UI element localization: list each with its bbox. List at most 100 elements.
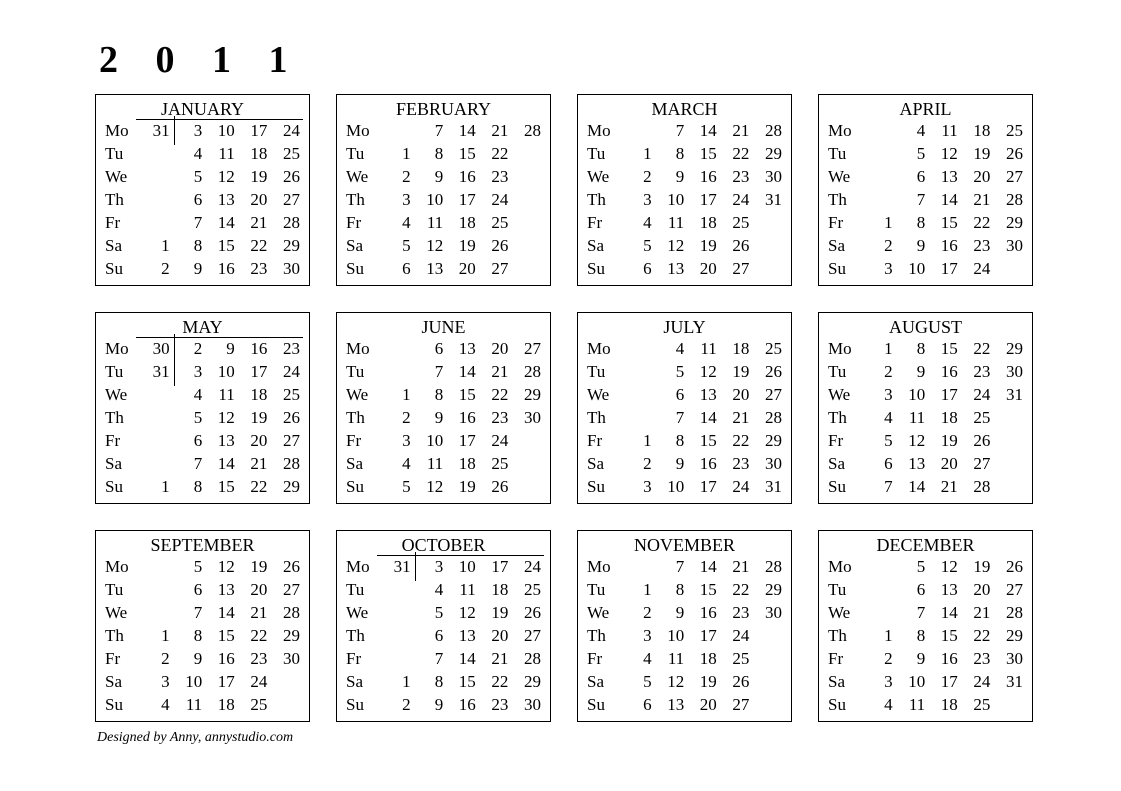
date-cell: 11	[655, 212, 688, 235]
table-row: We5121926	[102, 166, 303, 189]
day-header: Su	[584, 476, 622, 499]
day-header: Fr	[343, 648, 381, 671]
overflow-cell: 4	[863, 407, 896, 430]
table-row: Su5121926	[343, 476, 544, 499]
date-cell: 21	[961, 189, 994, 212]
date-cell: 9	[655, 166, 688, 189]
date-cell	[752, 694, 785, 717]
month-name: JUNE	[343, 315, 544, 338]
month-table: Mo7142128Tu18152229We29162330Th3101724Fr…	[584, 556, 785, 717]
day-header: Mo	[584, 556, 622, 579]
date-cell: 22	[961, 338, 994, 361]
day-header: Tu	[825, 579, 863, 602]
month-body: Mo5121926Tu6132027We7142128Th18152229Fr2…	[102, 556, 303, 717]
day-header: Mo	[343, 556, 381, 579]
date-cell	[511, 258, 544, 281]
table-row: Fr4111825	[584, 212, 785, 235]
date-cell: 21	[928, 476, 961, 499]
date-cell: 8	[655, 430, 688, 453]
date-cell: 20	[238, 189, 271, 212]
date-cell: 19	[928, 430, 961, 453]
date-cell: 31	[993, 671, 1026, 694]
date-cell: 30	[993, 235, 1026, 258]
overflow-cell: 1	[140, 476, 173, 499]
table-row: Tu4111825	[343, 579, 544, 602]
date-cell: 15	[446, 671, 479, 694]
date-cell: 11	[928, 120, 961, 143]
day-header: Tu	[584, 579, 622, 602]
day-header: Mo	[825, 338, 863, 361]
date-cell: 24	[479, 430, 512, 453]
date-cell: 11	[414, 212, 447, 235]
month-box: SEPTEMBERMo5121926Tu6132027We7142128Th18…	[95, 530, 310, 722]
date-cell: 9	[896, 235, 929, 258]
date-cell: 24	[479, 189, 512, 212]
day-header: Su	[584, 694, 622, 717]
date-cell: 31	[752, 476, 785, 499]
table-row: Mo7142128	[584, 120, 785, 143]
date-cell: 24	[270, 120, 303, 143]
date-cell: 23	[720, 166, 753, 189]
overflow-cell: 4	[140, 694, 173, 717]
date-cell: 20	[928, 453, 961, 476]
date-cell: 14	[687, 407, 720, 430]
overflow-cell	[140, 579, 173, 602]
date-cell: 21	[479, 361, 512, 384]
date-cell: 24	[720, 476, 753, 499]
overflow-cell: 31	[140, 361, 173, 384]
overflow-cell	[140, 602, 173, 625]
overflow-cell: 2	[140, 258, 173, 281]
date-cell: 18	[238, 384, 271, 407]
overflow-cell: 3	[622, 476, 655, 499]
table-row: Fr6132027	[102, 430, 303, 453]
date-cell: 11	[205, 384, 238, 407]
date-cell	[270, 694, 303, 717]
day-header: Fr	[825, 648, 863, 671]
date-cell	[993, 258, 1026, 281]
table-row: We6132027	[825, 166, 1026, 189]
overflow-cell: 3	[863, 671, 896, 694]
month-table: Mo7142128Tu181522We291623Th3101724Fr4111…	[343, 120, 544, 281]
overflow-cell: 4	[863, 694, 896, 717]
month-box: DECEMBERMo5121926Tu6132027We7142128Th181…	[818, 530, 1033, 722]
date-cell: 5	[414, 602, 447, 625]
date-cell: 11	[446, 579, 479, 602]
date-cell: 7	[173, 453, 206, 476]
table-row: Tu4111825	[102, 143, 303, 166]
day-header: Tu	[102, 143, 140, 166]
overflow-cell: 31	[381, 556, 414, 579]
month-box: FEBRUARYMo7142128Tu181522We291623Th31017…	[336, 94, 551, 286]
date-cell: 28	[993, 602, 1026, 625]
date-cell: 21	[720, 407, 753, 430]
table-row: Mo7142128	[584, 556, 785, 579]
date-cell: 10	[205, 361, 238, 384]
table-row: We7142128	[825, 602, 1026, 625]
date-cell: 12	[414, 476, 447, 499]
date-cell: 17	[687, 625, 720, 648]
date-cell: 11	[414, 453, 447, 476]
date-cell: 18	[961, 120, 994, 143]
overflow-cell	[622, 384, 655, 407]
date-cell: 5	[896, 143, 929, 166]
table-row: Th4111825	[825, 407, 1026, 430]
date-cell: 14	[205, 602, 238, 625]
overflow-cell	[622, 407, 655, 430]
overflow-cell: 2	[863, 235, 896, 258]
date-cell: 18	[479, 579, 512, 602]
overflow-cell: 1	[140, 235, 173, 258]
date-cell: 13	[655, 258, 688, 281]
overflow-cell: 2	[863, 361, 896, 384]
overflow-cell: 5	[381, 476, 414, 499]
table-row: Th3101724	[343, 189, 544, 212]
table-row: Sa310172431	[825, 671, 1026, 694]
date-cell: 18	[446, 453, 479, 476]
date-cell: 10	[896, 258, 929, 281]
table-row: Fr5121926	[825, 430, 1026, 453]
day-header: Fr	[584, 648, 622, 671]
day-header: Sa	[584, 671, 622, 694]
day-header: Su	[825, 694, 863, 717]
date-cell: 6	[414, 625, 447, 648]
date-cell: 11	[173, 694, 206, 717]
date-cell: 25	[720, 648, 753, 671]
month-body: Mo313101724Tu4111825We5121926Th6132027Fr…	[102, 120, 303, 281]
